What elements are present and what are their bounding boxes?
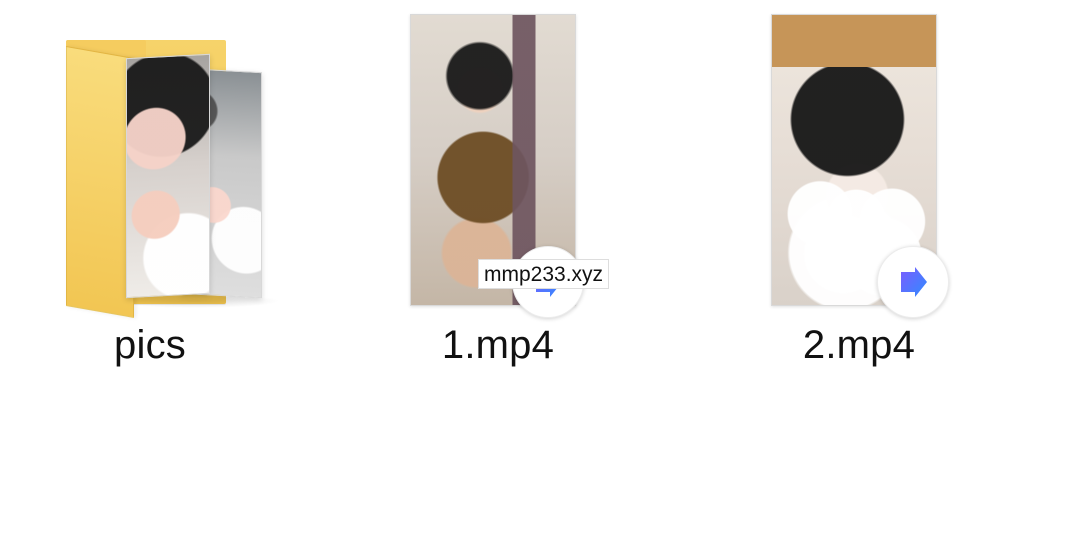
- folder-item-pics[interactable]: pics: [30, 0, 280, 380]
- play-badge-icon: [877, 246, 949, 318]
- watermark-label: mmp233.xyz: [478, 259, 610, 289]
- folder-front-flap: [66, 46, 134, 318]
- video-label-1: 1.mp4: [441, 323, 555, 367]
- folder-icon: [56, 34, 280, 318]
- folder-preview-photo-front: [126, 53, 210, 299]
- video-item-1[interactable]: 1.mp4: [378, 0, 618, 380]
- video-label-2: 2.mp4: [802, 323, 916, 367]
- video-item-2[interactable]: 2.mp4: [739, 0, 979, 380]
- folder-label: pics: [114, 323, 186, 367]
- desktop-canvas: pics 1.mp4 2.mp4 mmp233.xyz: [0, 0, 1080, 546]
